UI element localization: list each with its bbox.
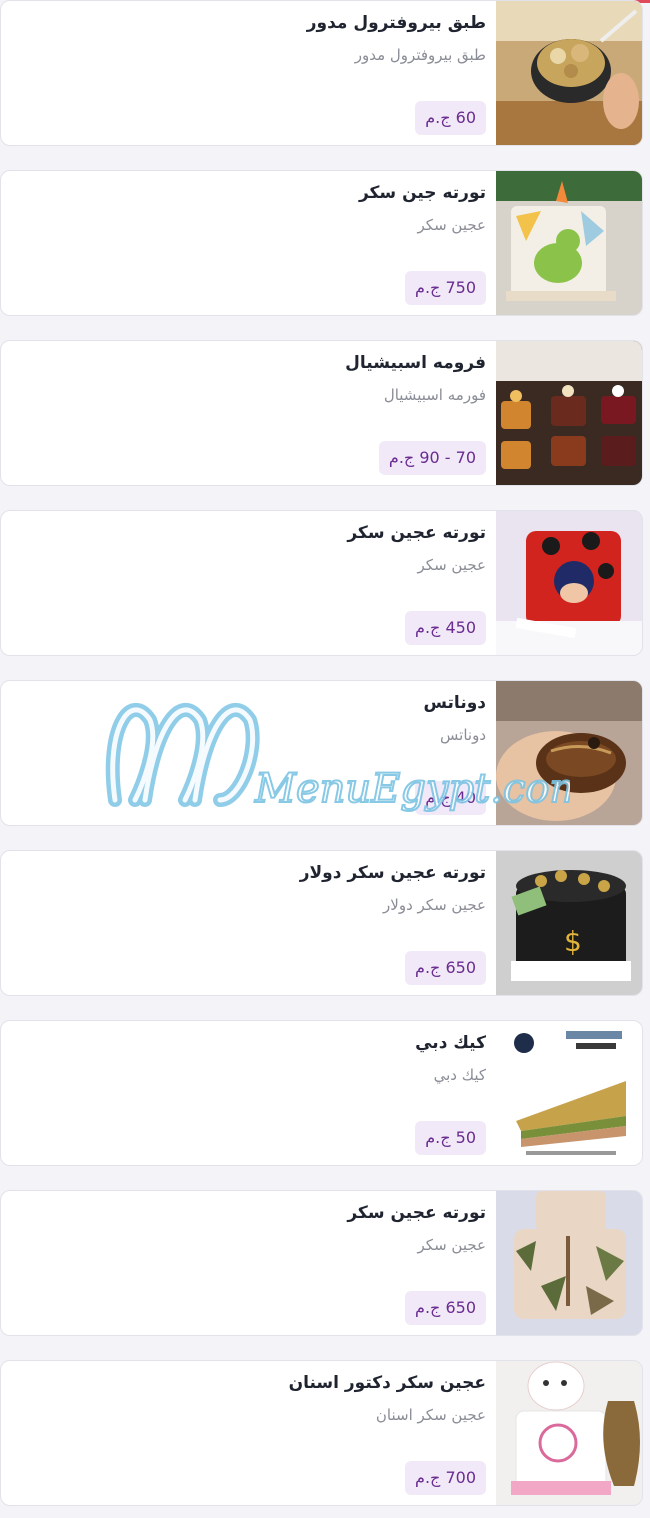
menu-item-card[interactable]: طبق بيروفترول مدور طبق بيروفترول مدور 60…: [0, 0, 643, 146]
item-photo: [496, 1, 642, 145]
item-photo: [496, 511, 642, 655]
item-description: عجين سكر دولار: [383, 896, 486, 914]
item-price-badge: 70 - 90 ج.م: [378, 441, 486, 475]
item-name: تورته جين سكر: [358, 183, 486, 203]
svg-text:$: $: [564, 925, 582, 958]
item-price-badge: 650 ج.م: [405, 1291, 486, 1325]
item-price-badge: 700 ج.م: [405, 1461, 486, 1495]
item-description: عجين سكر: [417, 1236, 486, 1254]
item-name: تورته عجين سكر: [347, 1203, 486, 1223]
item-price-badge: 50 ج.م: [415, 1121, 486, 1155]
item-price-badge: 40 ج.م: [415, 781, 486, 815]
menu-item-card[interactable]: عجين سكر دكتور اسنان عجين سكر اسنان 700 …: [0, 1360, 643, 1506]
menu-item-card[interactable]: دوناتس دوناتس 40 ج.م: [0, 680, 643, 826]
item-name: كيك دبي: [415, 1033, 486, 1053]
menu-item-card[interactable]: كيك دبي كيك دبي 50 ج.م: [0, 1020, 643, 1166]
menu-item-card[interactable]: تورته جين سكر عجين سكر 750 ج.م: [0, 170, 643, 316]
menu-item-card[interactable]: فرومه اسبيشيال فورمه اسبيشيال 70 - 90 ج.…: [0, 340, 643, 486]
item-name: فرومه اسبيشيال: [345, 353, 486, 373]
item-name: طبق بيروفترول مدور: [306, 13, 486, 33]
item-price-badge: 750 ج.م: [405, 271, 486, 305]
menu-item-card[interactable]: تورته عجين سكر عجين سكر 450 ج.م: [0, 510, 643, 656]
item-photo: [496, 171, 642, 315]
item-photo: [496, 341, 642, 485]
item-price-badge: 60 ج.م: [415, 101, 486, 135]
item-name: تورته عجين سكر: [347, 523, 486, 543]
item-price-badge: 650 ج.م: [405, 951, 486, 985]
item-price-badge: 450 ج.م: [405, 611, 486, 645]
item-name: عجين سكر دكتور اسنان: [288, 1373, 486, 1393]
item-name: دوناتس: [423, 693, 486, 713]
item-photo: [496, 1021, 642, 1165]
item-description: كيك دبي: [433, 1066, 486, 1084]
menu-item-card[interactable]: $ تورته عجين سكر دولار عجين سكر دولار 65…: [0, 850, 643, 996]
item-description: فورمه اسبيشيال: [383, 386, 486, 404]
item-photo: [496, 681, 642, 825]
item-description: عجين سكر اسنان: [375, 1406, 486, 1424]
menu-item-card[interactable]: تورته عجين سكر عجين سكر 650 ج.م: [0, 1190, 643, 1336]
item-photo: $: [496, 851, 642, 995]
item-photo: [496, 1361, 642, 1505]
item-description: دوناتس: [440, 726, 486, 744]
item-description: عجين سكر: [417, 216, 486, 234]
item-name: تورته عجين سكر دولار: [299, 863, 486, 883]
item-photo: [496, 1191, 642, 1335]
item-description: عجين سكر: [417, 556, 486, 574]
item-description: طبق بيروفترول مدور: [354, 46, 486, 64]
